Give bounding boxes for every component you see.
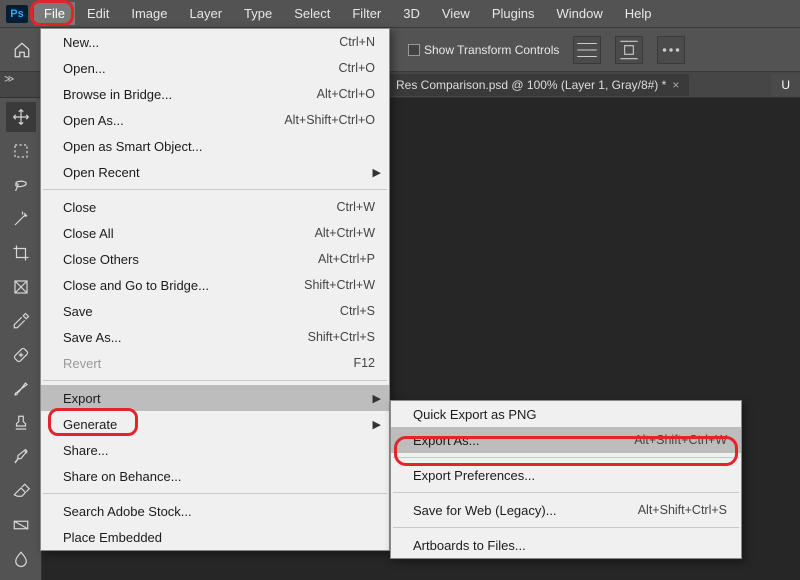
menu-separator: [393, 492, 739, 493]
menu-view[interactable]: View: [432, 2, 480, 25]
menu-separator: [43, 189, 387, 190]
heal-tool-icon[interactable]: [6, 340, 36, 370]
marquee-tool-icon[interactable]: [6, 136, 36, 166]
file-share-behance[interactable]: Share on Behance...: [41, 463, 389, 489]
submenu-arrow-icon: ▶: [373, 392, 381, 405]
menu-edit[interactable]: Edit: [77, 2, 119, 25]
gradient-tool-icon[interactable]: [6, 510, 36, 540]
document-tab[interactable]: Res Comparison.psd @ 100% (Layer 1, Gray…: [386, 74, 689, 96]
crop-tool-icon[interactable]: [6, 238, 36, 268]
file-save[interactable]: SaveCtrl+S: [41, 298, 389, 324]
history-brush-tool-icon[interactable]: [6, 442, 36, 472]
menu-separator: [393, 527, 739, 528]
wand-tool-icon[interactable]: [6, 204, 36, 234]
menubar: Ps File Edit Image Layer Type Select Fil…: [0, 0, 800, 28]
file-search-stock[interactable]: Search Adobe Stock...: [41, 498, 389, 524]
panel-expand-icon[interactable]: ≫: [4, 74, 14, 85]
file-open-as[interactable]: Open As...Alt+Shift+Ctrl+O: [41, 107, 389, 133]
blur-tool-icon[interactable]: [6, 544, 36, 574]
file-share[interactable]: Share...: [41, 437, 389, 463]
file-revert[interactable]: RevertF12: [41, 350, 389, 376]
close-tab-icon[interactable]: ×: [672, 78, 679, 92]
file-open-smart-object[interactable]: Open as Smart Object...: [41, 133, 389, 159]
export-save-for-web[interactable]: Save for Web (Legacy)...Alt+Shift+Ctrl+S: [391, 497, 741, 523]
distribute-icon[interactable]: [615, 36, 643, 64]
lasso-tool-icon[interactable]: [6, 170, 36, 200]
file-close[interactable]: CloseCtrl+W: [41, 194, 389, 220]
export-quick-png[interactable]: Quick Export as PNG: [391, 401, 741, 427]
align-icon[interactable]: [573, 36, 601, 64]
secondary-tab[interactable]: U: [771, 74, 800, 96]
show-transform-label: Show Transform Controls: [424, 43, 559, 57]
submenu-arrow-icon: ▶: [373, 418, 381, 431]
menu-type[interactable]: Type: [234, 2, 282, 25]
eyedropper-tool-icon[interactable]: [6, 306, 36, 336]
menu-3d[interactable]: 3D: [393, 2, 430, 25]
show-transform-controls-checkbox[interactable]: Show Transform Controls: [408, 43, 559, 57]
file-close-others[interactable]: Close OthersAlt+Ctrl+P: [41, 246, 389, 272]
more-icon[interactable]: [657, 36, 685, 64]
menu-plugins[interactable]: Plugins: [482, 2, 545, 25]
file-open[interactable]: Open...Ctrl+O: [41, 55, 389, 81]
menu-filter[interactable]: Filter: [342, 2, 391, 25]
menu-select[interactable]: Select: [284, 2, 340, 25]
export-submenu: Quick Export as PNG Export As...Alt+Shif…: [390, 400, 742, 559]
file-new[interactable]: New...Ctrl+N: [41, 29, 389, 55]
menu-help[interactable]: Help: [615, 2, 662, 25]
export-artboards-to-files[interactable]: Artboards to Files...: [391, 532, 741, 558]
menu-separator: [393, 457, 739, 458]
menu-layer[interactable]: Layer: [180, 2, 233, 25]
file-open-recent[interactable]: Open Recent▶: [41, 159, 389, 185]
file-browse-bridge[interactable]: Browse in Bridge...Alt+Ctrl+O: [41, 81, 389, 107]
file-close-bridge[interactable]: Close and Go to Bridge...Shift+Ctrl+W: [41, 272, 389, 298]
menu-separator: [43, 380, 387, 381]
brush-tool-icon[interactable]: [6, 374, 36, 404]
tools-panel: [0, 98, 42, 580]
move-tool-icon[interactable]: [6, 102, 36, 132]
frame-tool-icon[interactable]: [6, 272, 36, 302]
menu-separator: [43, 493, 387, 494]
file-close-all[interactable]: Close AllAlt+Ctrl+W: [41, 220, 389, 246]
file-save-as[interactable]: Save As...Shift+Ctrl+S: [41, 324, 389, 350]
export-as[interactable]: Export As...Alt+Shift+Ctrl+W: [391, 427, 741, 453]
export-preferences[interactable]: Export Preferences...: [391, 462, 741, 488]
home-icon[interactable]: [8, 36, 36, 64]
file-generate[interactable]: Generate▶: [41, 411, 389, 437]
menu-image[interactable]: Image: [121, 2, 177, 25]
file-place-embedded[interactable]: Place Embedded: [41, 524, 389, 550]
eraser-tool-icon[interactable]: [6, 476, 36, 506]
app-logo: Ps: [6, 5, 28, 23]
file-export[interactable]: Export▶: [41, 385, 389, 411]
menu-file[interactable]: File: [34, 2, 75, 25]
menu-window[interactable]: Window: [546, 2, 612, 25]
file-menu-dropdown: New...Ctrl+N Open...Ctrl+O Browse in Bri…: [40, 28, 390, 551]
submenu-arrow-icon: ▶: [373, 166, 381, 179]
stamp-tool-icon[interactable]: [6, 408, 36, 438]
